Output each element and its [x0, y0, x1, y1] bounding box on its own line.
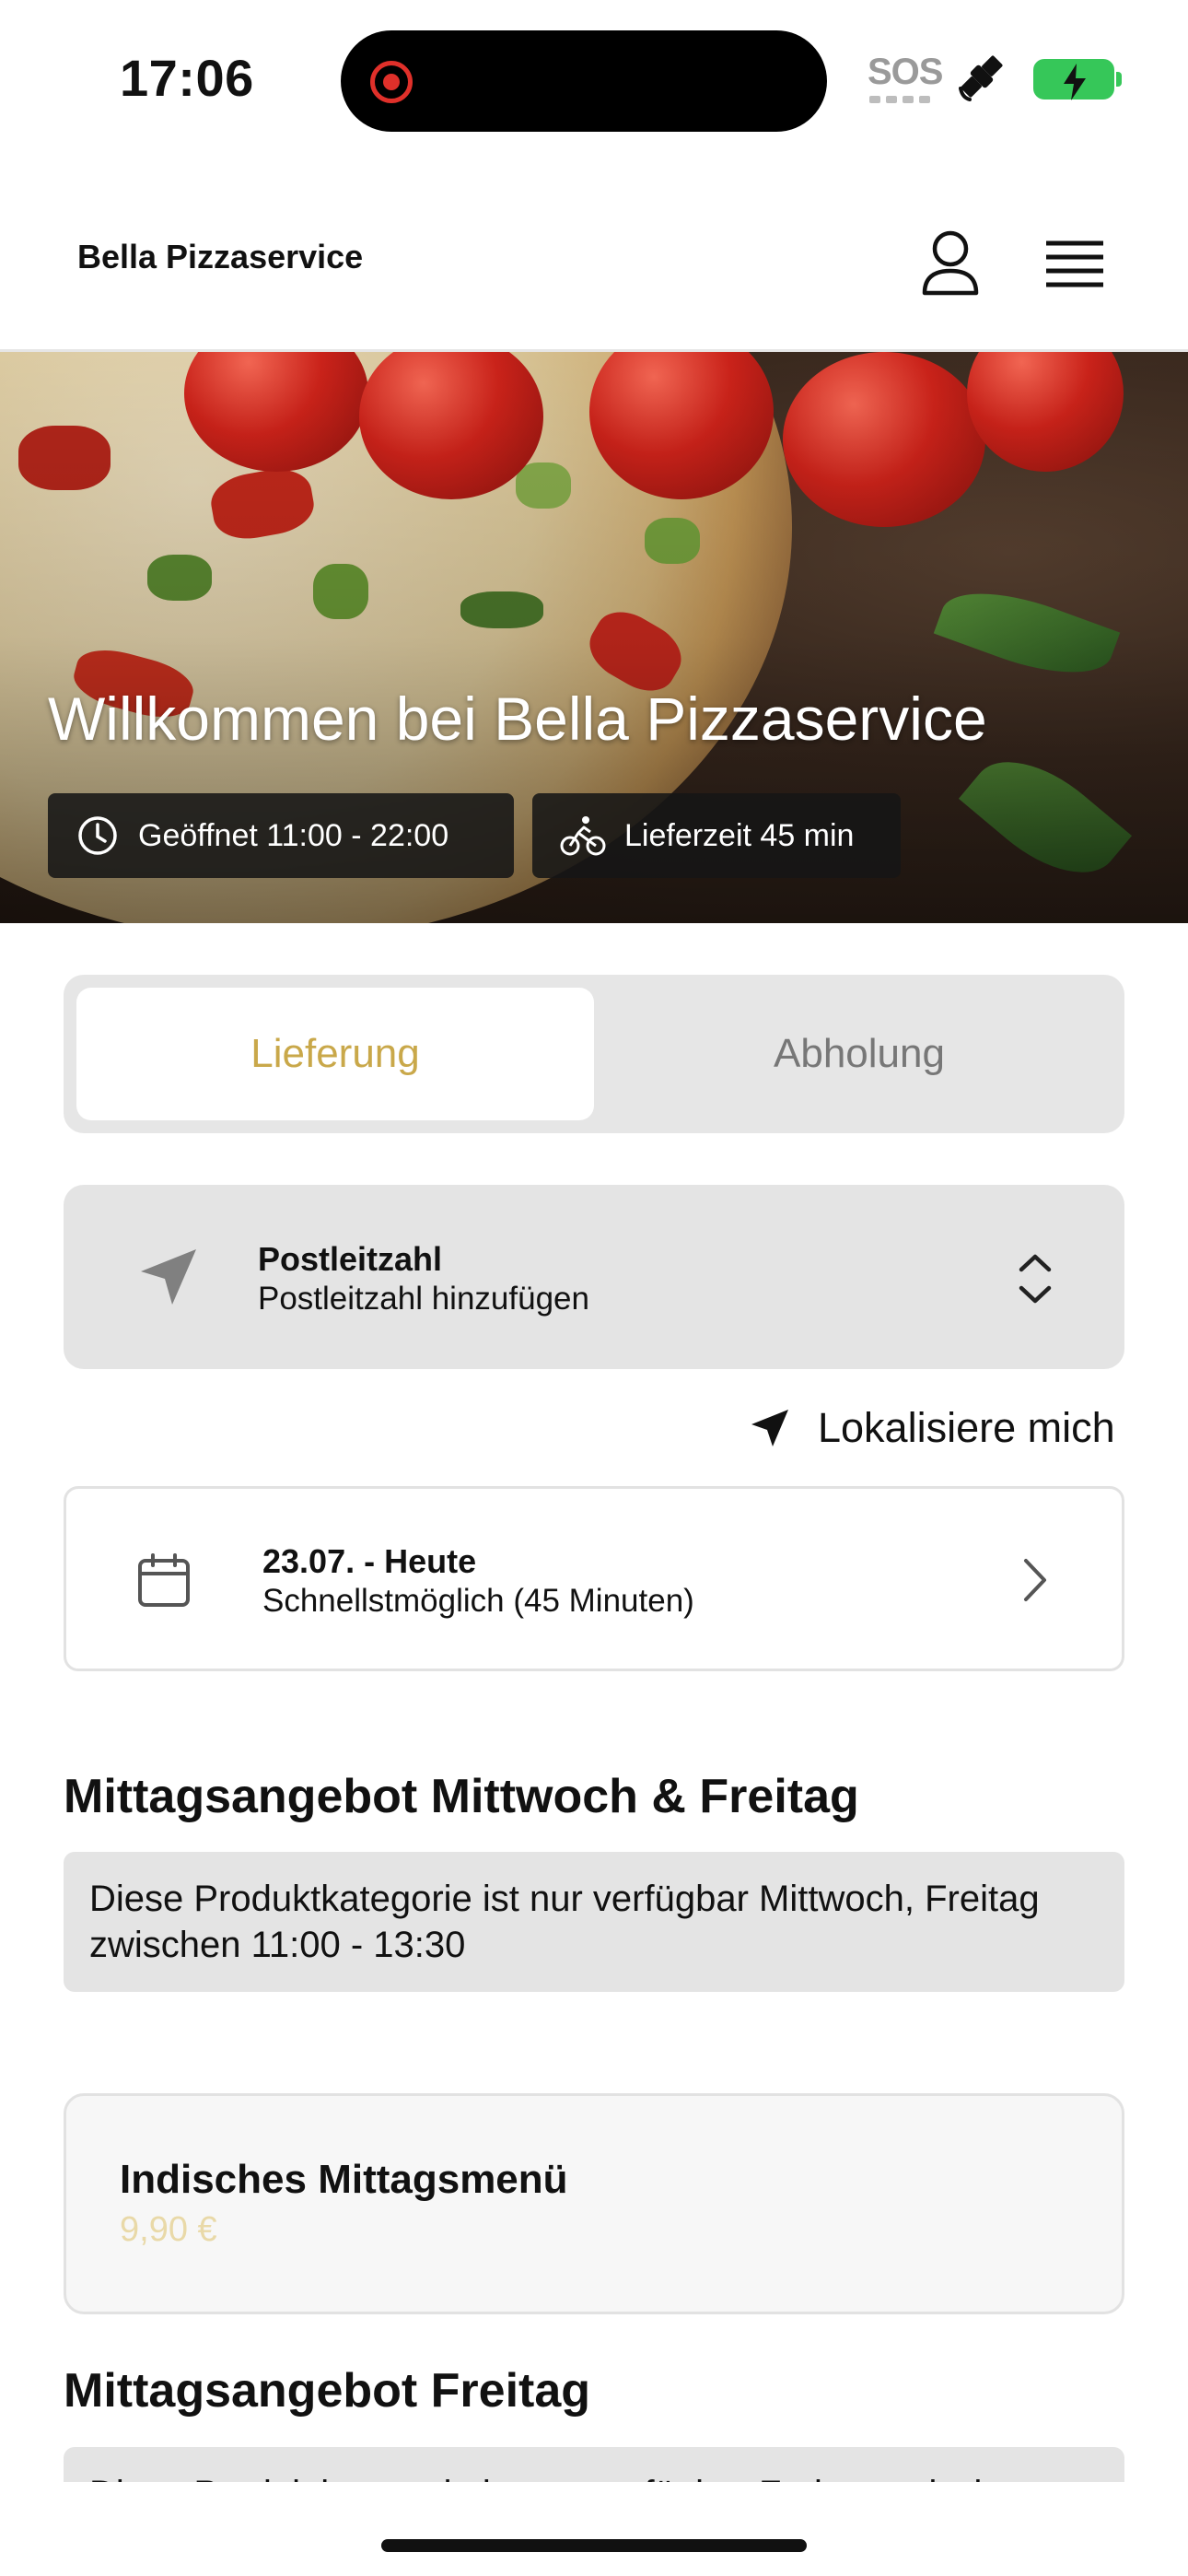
order-mode-toggle: Lieferung Abholung [64, 975, 1124, 1133]
chevron-up-down-icon [1019, 1254, 1052, 1304]
delivery-date: 23.07. - Heute [262, 1542, 477, 1580]
clock-icon [78, 816, 117, 855]
category-title: Mittagsangebot Mittwoch & Freitag [64, 1770, 859, 1823]
sos-signal-dots [869, 96, 930, 103]
hero-title: Willkommen bei Bella Pizzaservice [48, 685, 987, 753]
menu-icon[interactable] [1033, 225, 1116, 302]
screen-recording-icon [370, 61, 413, 103]
location-arrow-icon [141, 1249, 196, 1305]
user-icon[interactable] [912, 225, 989, 302]
location-arrow-icon [751, 1410, 788, 1446]
brand-name[interactable]: Bella Pizzaservice [77, 238, 363, 276]
chevron-right-icon [1024, 1559, 1046, 1601]
opening-hours-text: Geöffnet 11:00 - 22:00 [138, 817, 449, 853]
product-name: Indisches Mittagsmenü [120, 2157, 568, 2202]
category-title: Mittagsangebot Freitag [64, 2364, 591, 2418]
category-availability-notice: Diese Produktkategorie ist nur verfügbar… [64, 1852, 1124, 1992]
dynamic-island [341, 30, 827, 132]
sos-indicator: SOS [868, 52, 943, 92]
product-price: 9,90 € [120, 2210, 217, 2249]
calendar-icon [138, 1553, 190, 1607]
postal-code-selector[interactable]: Postleitzahl Postleitzahl hinzufügen [64, 1185, 1124, 1369]
opening-hours-badge: Geöffnet 11:00 - 22:00 [48, 793, 514, 878]
product-card[interactable]: Indisches Mittagsmenü 9,90 € [64, 2093, 1124, 2314]
app-header: Bella Pizzaservice [0, 175, 1188, 352]
status-bar: 17:06 SOS [0, 0, 1188, 157]
bicycle-icon [560, 816, 606, 856]
delivery-time-badge: Lieferzeit 45 min [532, 793, 901, 878]
delivery-time-value: Schnellstmöglich (45 Minuten) [262, 1583, 694, 1619]
battery-charging-icon [1033, 59, 1114, 100]
locate-me-button[interactable]: Lokalisiere mich [748, 1400, 1115, 1456]
postal-code-value: Postleitzahl hinzufügen [258, 1281, 589, 1317]
tab-delivery[interactable]: Lieferung [76, 988, 594, 1120]
delivery-time-selector[interactable]: 23.07. - Heute Schnellstmöglich (45 Minu… [64, 1486, 1124, 1671]
locate-me-label: Lokalisiere mich [818, 1404, 1115, 1451]
status-time: 17:06 [120, 49, 254, 107]
home-indicator[interactable] [381, 2539, 807, 2552]
postal-code-label: Postleitzahl [258, 1240, 443, 1278]
battery-tip [1116, 72, 1122, 87]
satellite-icon [959, 55, 1003, 101]
tab-pickup[interactable]: Abholung [607, 988, 1112, 1120]
bottom-safe-area [0, 2482, 1188, 2576]
delivery-time-text: Lieferzeit 45 min [624, 817, 855, 853]
hero-banner: Willkommen bei Bella Pizzaservice Geöffn… [0, 352, 1188, 923]
